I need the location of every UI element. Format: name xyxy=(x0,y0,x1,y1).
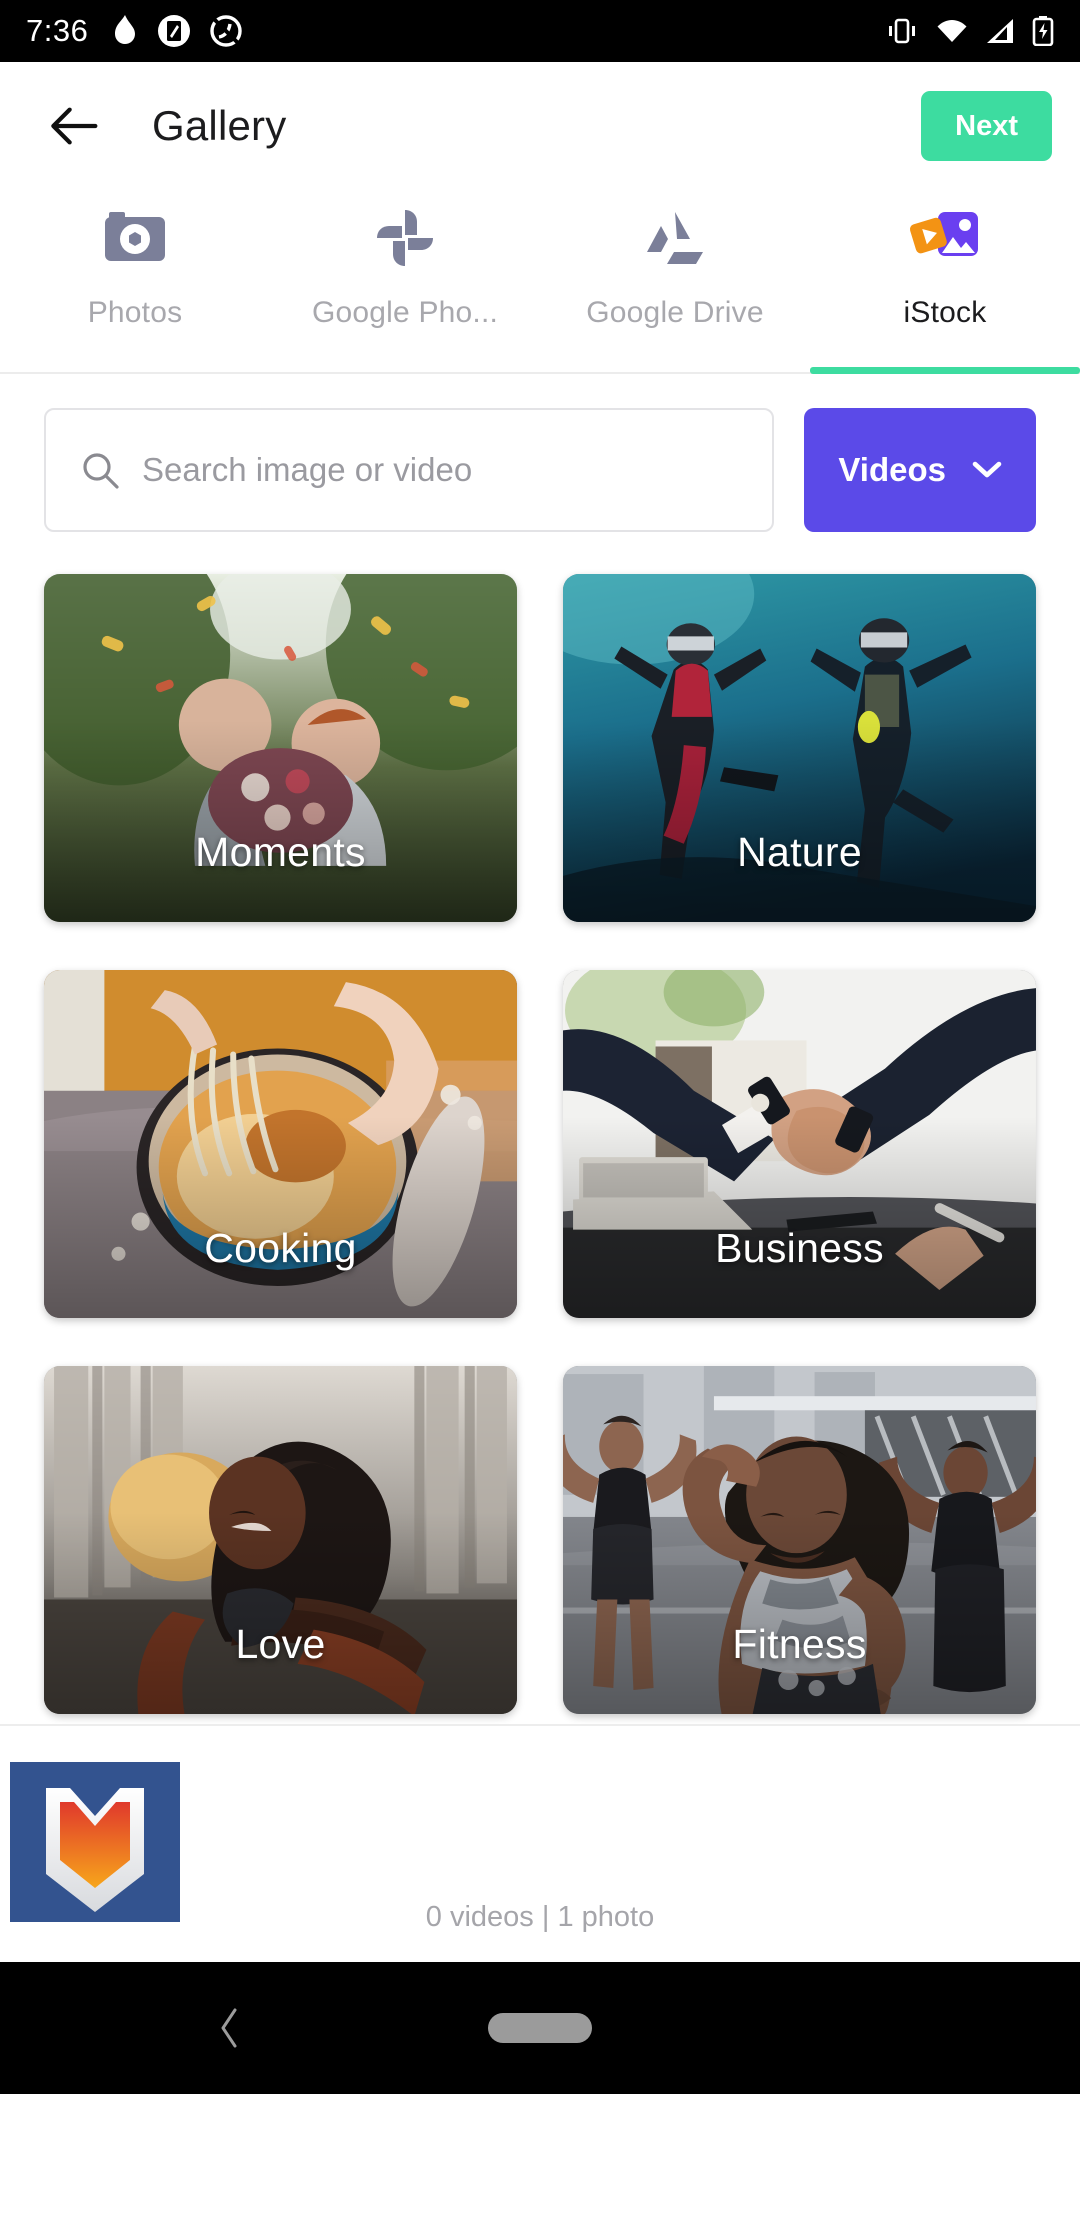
category-card-love[interactable]: Love xyxy=(44,1366,517,1714)
chevron-down-icon xyxy=(972,461,1002,478)
category-card-moments[interactable]: Moments xyxy=(44,574,517,922)
category-grid: Moments Nature Cooking Business Love Fit… xyxy=(0,550,1080,1724)
category-card-label: Love xyxy=(235,1621,326,1667)
app-logo-thumbnail-icon xyxy=(10,1762,180,1922)
android-navigation-bar xyxy=(0,1962,1080,2094)
media-type-filter-label: Videos xyxy=(838,451,946,488)
page-title: Gallery xyxy=(152,102,287,149)
istock-icon xyxy=(908,204,982,272)
source-tabs: Photos Google Pho... Google Drive iStock xyxy=(0,190,1080,374)
selection-count-text: 0 videos | 1 photo xyxy=(425,1901,655,1933)
nav-back-icon[interactable] xyxy=(216,2006,242,2050)
category-card-label: Nature xyxy=(737,829,862,875)
status-notification-icons xyxy=(112,15,243,47)
category-card-fitness[interactable]: Fitness xyxy=(563,1366,1036,1714)
status-bar: 7:36 xyxy=(0,0,1080,62)
tab-google-drive[interactable]: Google Drive xyxy=(540,190,810,372)
category-card-label: Fitness xyxy=(732,1621,867,1667)
category-card-label: Cooking xyxy=(204,1225,357,1271)
back-arrow-icon[interactable] xyxy=(44,98,100,154)
search-row: Videos xyxy=(0,374,1080,550)
google-photos-icon xyxy=(374,204,436,272)
category-card-cooking[interactable]: Cooking xyxy=(44,970,517,1318)
status-system-icons xyxy=(885,16,1054,46)
active-tab-indicator xyxy=(810,367,1080,374)
tab-google-drive-label: Google Drive xyxy=(586,296,764,329)
next-button[interactable]: Next xyxy=(921,91,1052,161)
category-card-label: Business xyxy=(715,1225,884,1271)
tab-istock[interactable]: iStock xyxy=(810,190,1080,374)
search-input[interactable] xyxy=(142,451,739,489)
category-card-business[interactable]: Business xyxy=(563,970,1036,1318)
camera-icon xyxy=(103,204,167,272)
search-box[interactable] xyxy=(44,408,775,532)
search-icon xyxy=(83,453,119,489)
cellular-signal-icon xyxy=(987,19,1013,43)
do-not-disturb-icon xyxy=(210,15,243,47)
status-time: 7:36 xyxy=(26,13,89,48)
tab-google-photos-label: Google Pho... xyxy=(311,296,499,329)
selected-media-thumbnail[interactable] xyxy=(10,1762,180,1922)
screenshot-icon xyxy=(158,15,191,47)
flame-icon xyxy=(115,15,136,44)
tab-google-photos[interactable]: Google Pho... xyxy=(270,190,540,372)
battery-charging-icon xyxy=(1032,16,1054,46)
google-drive-icon xyxy=(645,204,705,272)
tab-istock-label: iStock xyxy=(903,296,987,329)
tab-photos[interactable]: Photos xyxy=(0,190,270,372)
vibrate-icon xyxy=(889,18,915,44)
app-header: Gallery Next xyxy=(0,62,1080,190)
wifi-icon xyxy=(937,20,967,42)
category-card-nature[interactable]: Nature xyxy=(563,574,1036,922)
tab-photos-label: Photos xyxy=(87,296,183,329)
media-type-filter-button[interactable]: Videos xyxy=(804,408,1036,532)
nav-home-pill[interactable] xyxy=(488,2013,592,2043)
category-card-label: Moments xyxy=(195,829,366,875)
selection-footer: 0 videos | 1 photo xyxy=(0,1724,1080,1962)
